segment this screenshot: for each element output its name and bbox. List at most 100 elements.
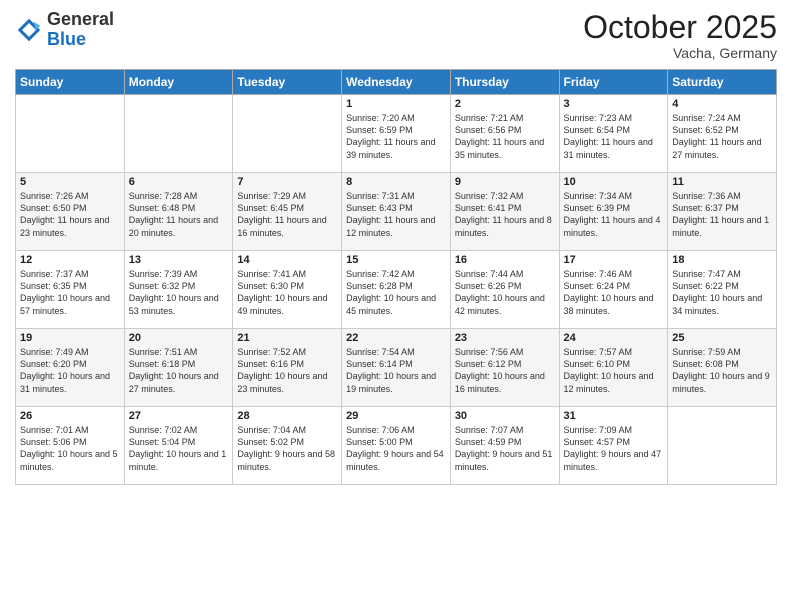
calendar-week-row: 26 Sunrise: 7:01 AM Sunset: 5:06 PM Dayli… bbox=[16, 407, 777, 485]
calendar-day-cell: 26 Sunrise: 7:01 AM Sunset: 5:06 PM Dayli… bbox=[16, 407, 125, 485]
day-info: Sunrise: 7:47 AM Sunset: 6:22 PM Dayligh… bbox=[672, 268, 772, 317]
calendar-day-cell: 1Sunrise: 7:20 AM Sunset: 6:59 PM Daylig… bbox=[342, 95, 451, 173]
calendar-day-cell: 25 Sunrise: 7:59 AM Sunset: 6:08 PM Dayli… bbox=[668, 329, 777, 407]
day-info: Sunrise: 7:54 AM Sunset: 6:14 PM Dayligh… bbox=[346, 346, 446, 395]
day-number: 25 bbox=[672, 332, 772, 344]
day-number: 6 bbox=[129, 176, 229, 188]
calendar-day-cell: 16 Sunrise: 7:44 AM Sunset: 6:26 PM Dayli… bbox=[450, 251, 559, 329]
calendar-day-cell: 19 Sunrise: 7:49 AM Sunset: 6:20 PM Dayli… bbox=[16, 329, 125, 407]
day-info: Sunrise: 7:49 AM Sunset: 6:20 PM Dayligh… bbox=[20, 346, 120, 395]
logo-icon bbox=[15, 16, 43, 44]
day-number: 4 bbox=[672, 98, 772, 110]
day-number: 22 bbox=[346, 332, 446, 344]
dow-header-cell: Saturday bbox=[668, 70, 777, 95]
day-number: 2 bbox=[455, 98, 555, 110]
calendar-day-cell: 18 Sunrise: 7:47 AM Sunset: 6:22 PM Dayli… bbox=[668, 251, 777, 329]
day-info: Sunrise: 7:34 AM Sunset: 6:39 PM Dayligh… bbox=[564, 190, 664, 239]
day-number: 30 bbox=[455, 410, 555, 422]
day-number: 28 bbox=[237, 410, 337, 422]
calendar-day-cell bbox=[16, 95, 125, 173]
dow-header-cell: Monday bbox=[124, 70, 233, 95]
day-info: Sunrise: 7:44 AM Sunset: 6:26 PM Dayligh… bbox=[455, 268, 555, 317]
day-number: 8 bbox=[346, 176, 446, 188]
calendar-day-cell: 24 Sunrise: 7:57 AM Sunset: 6:10 PM Dayli… bbox=[559, 329, 668, 407]
logo-text: General Blue bbox=[47, 10, 114, 50]
day-number: 27 bbox=[129, 410, 229, 422]
calendar-day-cell: 20 Sunrise: 7:51 AM Sunset: 6:18 PM Dayli… bbox=[124, 329, 233, 407]
dow-header-cell: Thursday bbox=[450, 70, 559, 95]
day-number: 14 bbox=[237, 254, 337, 266]
calendar-day-cell: 11Sunrise: 7:36 AM Sunset: 6:37 PM Dayli… bbox=[668, 173, 777, 251]
day-number: 10 bbox=[564, 176, 664, 188]
day-info: Sunrise: 7:37 AM Sunset: 6:35 PM Dayligh… bbox=[20, 268, 120, 317]
calendar-day-cell: 15 Sunrise: 7:42 AM Sunset: 6:28 PM Dayli… bbox=[342, 251, 451, 329]
calendar-day-cell: 2 Sunrise: 7:21 AM Sunset: 6:56 PM Daylig… bbox=[450, 95, 559, 173]
calendar-day-cell: 7Sunrise: 7:29 AM Sunset: 6:45 PM Daylig… bbox=[233, 173, 342, 251]
day-number: 21 bbox=[237, 332, 337, 344]
header: General Blue October 2025 Vacha, Germany bbox=[15, 10, 777, 61]
logo: General Blue bbox=[15, 10, 114, 50]
day-info: Sunrise: 7:32 AM Sunset: 6:41 PM Dayligh… bbox=[455, 190, 555, 239]
day-info: Sunrise: 7:09 AM Sunset: 4:57 PM Dayligh… bbox=[564, 424, 664, 473]
day-info: Sunrise: 7:51 AM Sunset: 6:18 PM Dayligh… bbox=[129, 346, 229, 395]
dow-header-cell: Tuesday bbox=[233, 70, 342, 95]
day-number: 12 bbox=[20, 254, 120, 266]
calendar-day-cell: 31 Sunrise: 7:09 AM Sunset: 4:57 PM Dayli… bbox=[559, 407, 668, 485]
day-info: Sunrise: 7:41 AM Sunset: 6:30 PM Dayligh… bbox=[237, 268, 337, 317]
calendar-week-row: 19 Sunrise: 7:49 AM Sunset: 6:20 PM Dayli… bbox=[16, 329, 777, 407]
calendar-day-cell: 27 Sunrise: 7:02 AM Sunset: 5:04 PM Dayli… bbox=[124, 407, 233, 485]
day-info: Sunrise: 7:29 AM Sunset: 6:45 PM Dayligh… bbox=[237, 190, 337, 239]
day-info: Sunrise: 7:59 AM Sunset: 6:08 PM Dayligh… bbox=[672, 346, 772, 395]
day-info: Sunrise: 7:57 AM Sunset: 6:10 PM Dayligh… bbox=[564, 346, 664, 395]
day-info: Sunrise: 7:24 AM Sunset: 6:52 PM Dayligh… bbox=[672, 112, 772, 161]
calendar-day-cell: 8 Sunrise: 7:31 AM Sunset: 6:43 PM Daylig… bbox=[342, 173, 451, 251]
day-info: Sunrise: 7:26 AM Sunset: 6:50 PM Dayligh… bbox=[20, 190, 120, 239]
day-info: Sunrise: 7:06 AM Sunset: 5:00 PM Dayligh… bbox=[346, 424, 446, 473]
day-number: 20 bbox=[129, 332, 229, 344]
day-info: Sunrise: 7:23 AM Sunset: 6:54 PM Dayligh… bbox=[564, 112, 664, 161]
day-info: Sunrise: 7:31 AM Sunset: 6:43 PM Dayligh… bbox=[346, 190, 446, 239]
dow-header-cell: Sunday bbox=[16, 70, 125, 95]
day-number: 18 bbox=[672, 254, 772, 266]
calendar-day-cell: 17 Sunrise: 7:46 AM Sunset: 6:24 PM Dayli… bbox=[559, 251, 668, 329]
location: Vacha, Germany bbox=[583, 45, 777, 61]
day-number: 3 bbox=[564, 98, 664, 110]
day-number: 24 bbox=[564, 332, 664, 344]
day-number: 1 bbox=[346, 98, 446, 110]
calendar-day-cell: 22 Sunrise: 7:54 AM Sunset: 6:14 PM Dayli… bbox=[342, 329, 451, 407]
day-info: Sunrise: 7:28 AM Sunset: 6:48 PM Dayligh… bbox=[129, 190, 229, 239]
day-number: 16 bbox=[455, 254, 555, 266]
page: General Blue October 2025 Vacha, Germany… bbox=[0, 0, 792, 612]
calendar-day-cell: 6 Sunrise: 7:28 AM Sunset: 6:48 PM Daylig… bbox=[124, 173, 233, 251]
calendar: SundayMondayTuesdayWednesdayThursdayFrid… bbox=[15, 69, 777, 485]
day-info: Sunrise: 7:21 AM Sunset: 6:56 PM Dayligh… bbox=[455, 112, 555, 161]
day-number: 26 bbox=[20, 410, 120, 422]
day-number: 31 bbox=[564, 410, 664, 422]
calendar-day-cell bbox=[668, 407, 777, 485]
calendar-day-cell: 21Sunrise: 7:52 AM Sunset: 6:16 PM Dayli… bbox=[233, 329, 342, 407]
day-info: Sunrise: 7:42 AM Sunset: 6:28 PM Dayligh… bbox=[346, 268, 446, 317]
month-title: October 2025 bbox=[583, 10, 777, 45]
calendar-day-cell: 28 Sunrise: 7:04 AM Sunset: 5:02 PM Dayli… bbox=[233, 407, 342, 485]
day-number: 23 bbox=[455, 332, 555, 344]
day-number: 15 bbox=[346, 254, 446, 266]
day-info: Sunrise: 7:56 AM Sunset: 6:12 PM Dayligh… bbox=[455, 346, 555, 395]
calendar-day-cell bbox=[124, 95, 233, 173]
calendar-day-cell: 13 Sunrise: 7:39 AM Sunset: 6:32 PM Dayli… bbox=[124, 251, 233, 329]
day-number: 19 bbox=[20, 332, 120, 344]
dow-header-cell: Friday bbox=[559, 70, 668, 95]
calendar-week-row: 5Sunrise: 7:26 AM Sunset: 6:50 PM Daylig… bbox=[16, 173, 777, 251]
day-info: Sunrise: 7:02 AM Sunset: 5:04 PM Dayligh… bbox=[129, 424, 229, 473]
day-info: Sunrise: 7:39 AM Sunset: 6:32 PM Dayligh… bbox=[129, 268, 229, 317]
day-number: 11 bbox=[672, 176, 772, 188]
calendar-day-cell: 14 Sunrise: 7:41 AM Sunset: 6:30 PM Dayli… bbox=[233, 251, 342, 329]
day-number: 17 bbox=[564, 254, 664, 266]
calendar-day-cell bbox=[233, 95, 342, 173]
day-info: Sunrise: 7:04 AM Sunset: 5:02 PM Dayligh… bbox=[237, 424, 337, 473]
calendar-day-cell: 29 Sunrise: 7:06 AM Sunset: 5:00 PM Dayli… bbox=[342, 407, 451, 485]
day-number: 29 bbox=[346, 410, 446, 422]
calendar-day-cell: 30Sunrise: 7:07 AM Sunset: 4:59 PM Dayli… bbox=[450, 407, 559, 485]
day-number: 13 bbox=[129, 254, 229, 266]
day-info: Sunrise: 7:01 AM Sunset: 5:06 PM Dayligh… bbox=[20, 424, 120, 473]
day-info: Sunrise: 7:46 AM Sunset: 6:24 PM Dayligh… bbox=[564, 268, 664, 317]
